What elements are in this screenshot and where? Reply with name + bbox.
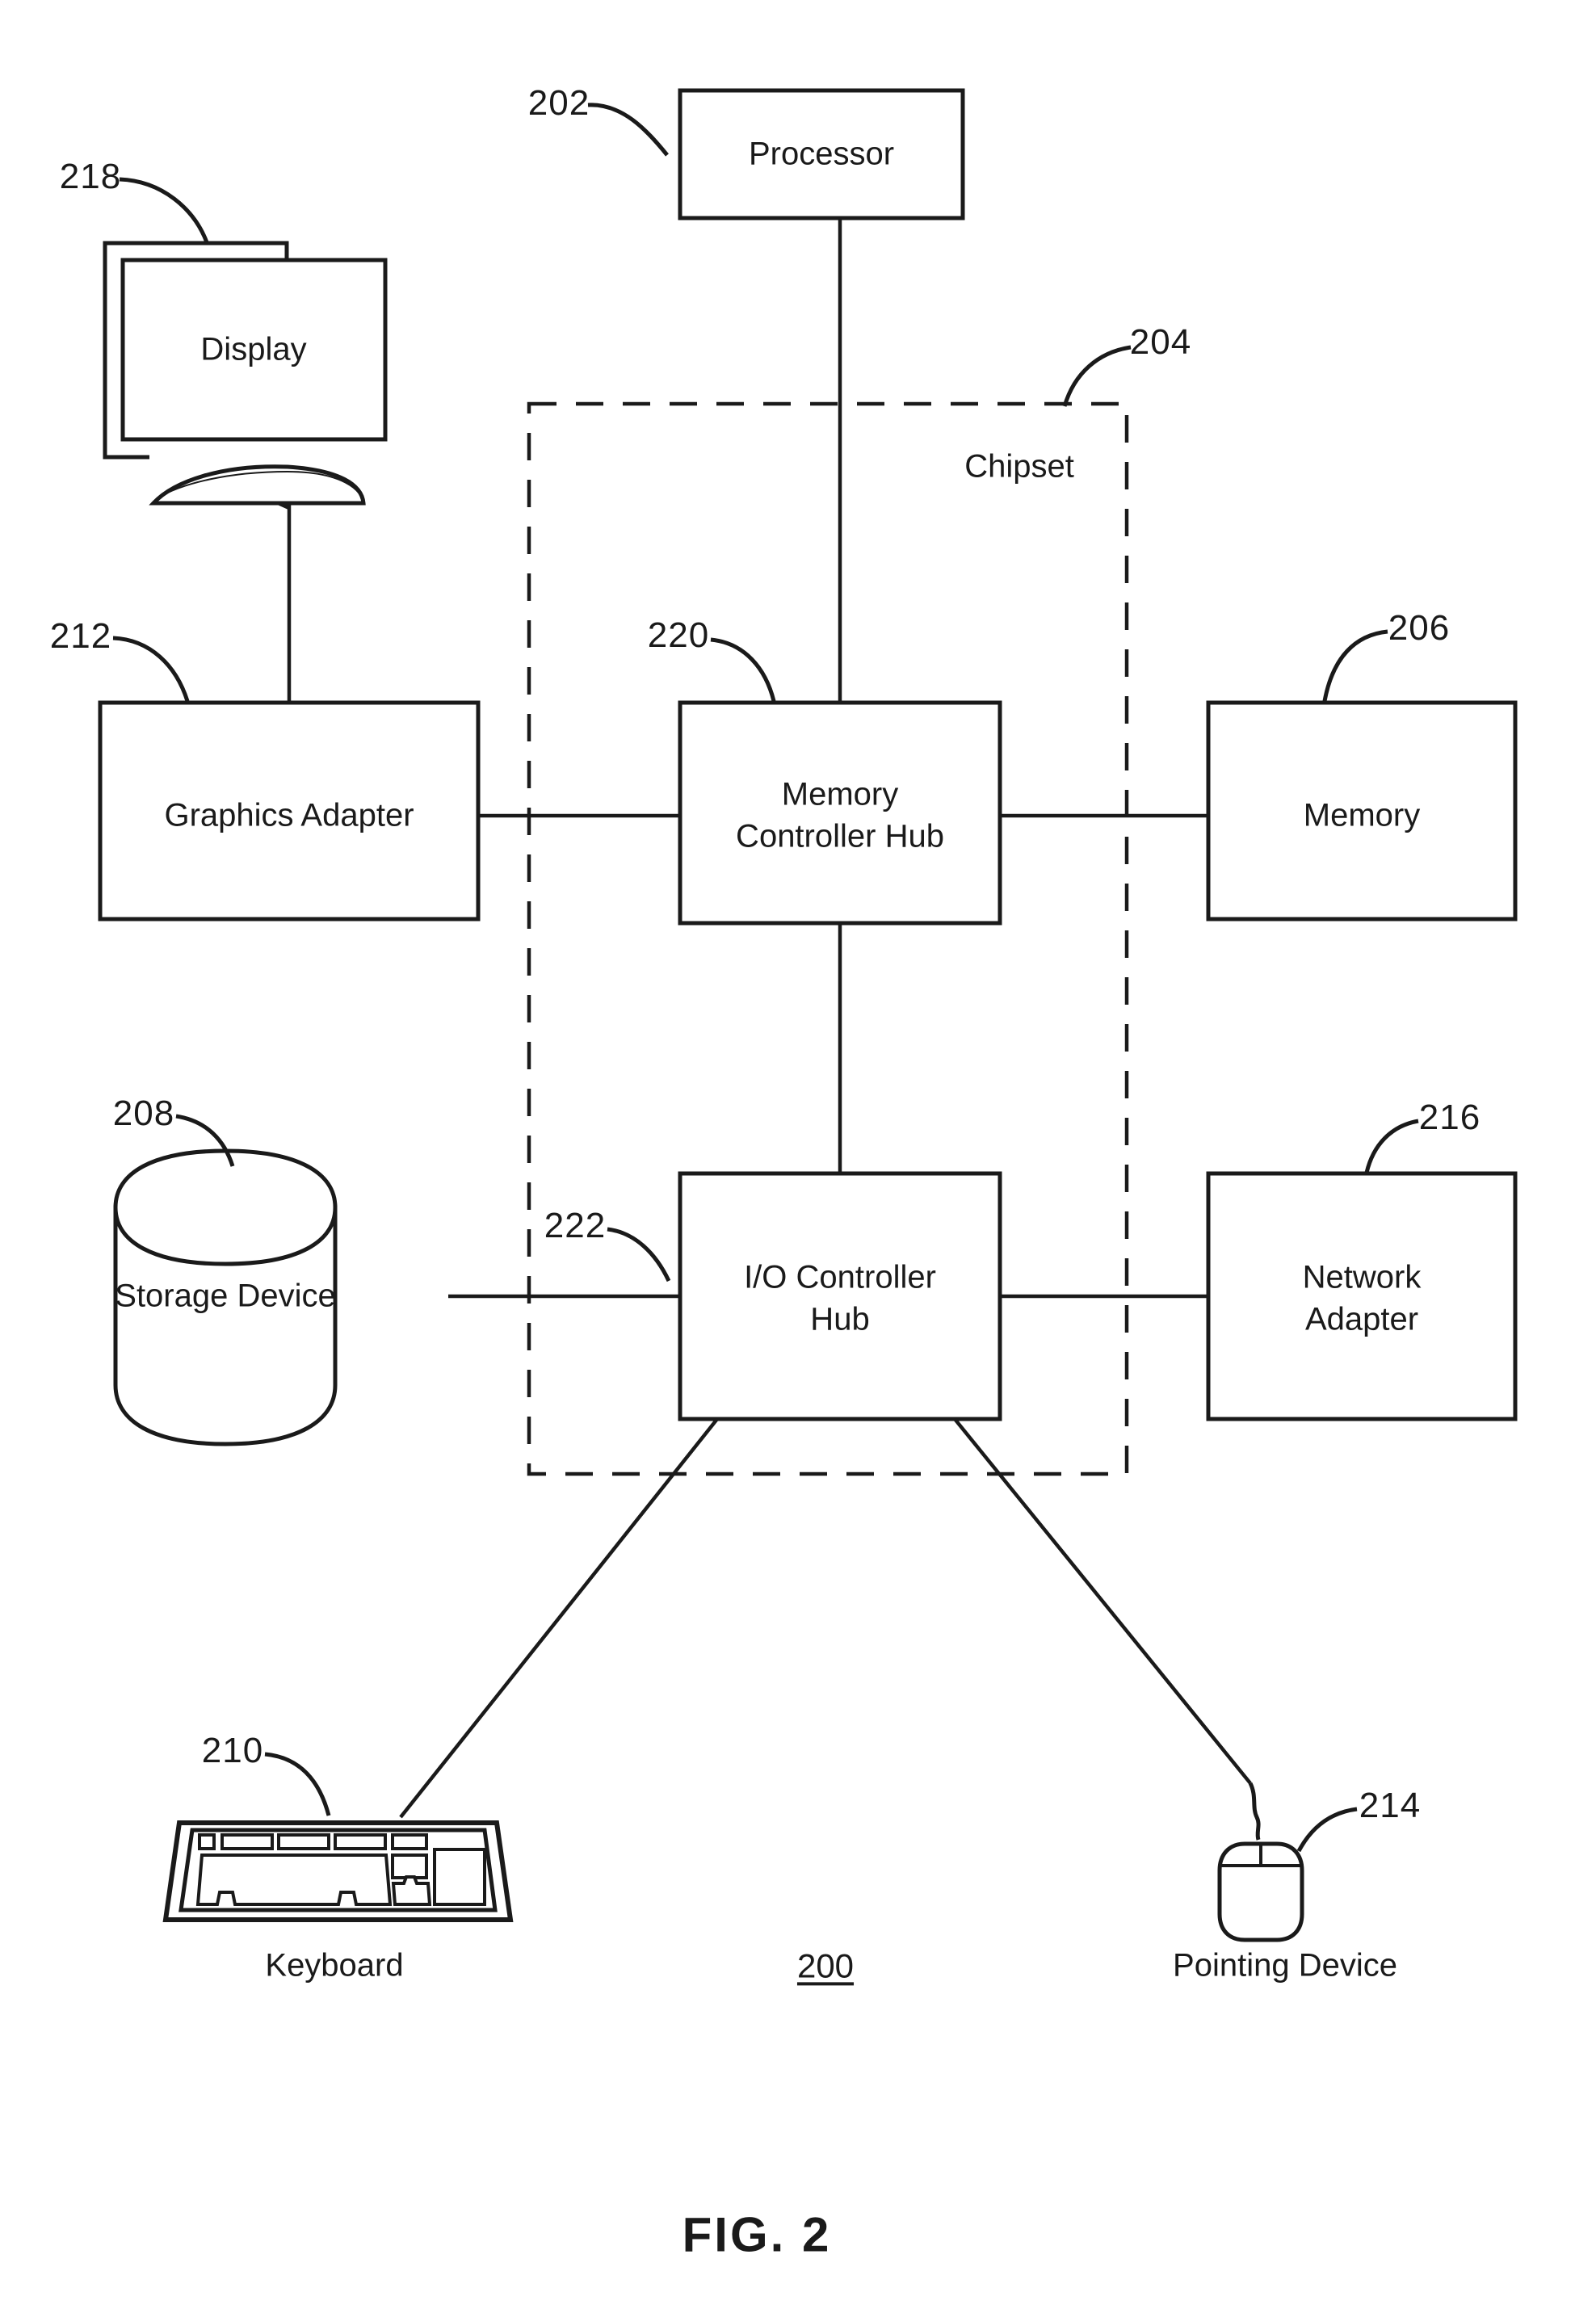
keyboard-fkeys-block-2 bbox=[277, 1833, 330, 1850]
connector-ioh-to-keyboard bbox=[399, 1417, 719, 1819]
processor-box bbox=[678, 88, 965, 220]
memory-box bbox=[1206, 700, 1518, 922]
network-adapter-box bbox=[1206, 1171, 1518, 1421]
graphics-adapter-box bbox=[98, 700, 481, 922]
leader-line-210 bbox=[264, 1752, 331, 1816]
keyboard-fkeys-block-1 bbox=[220, 1833, 274, 1850]
leader-line-206 bbox=[1322, 629, 1388, 702]
leader-line-204 bbox=[1062, 345, 1132, 407]
leader-line-202 bbox=[587, 103, 669, 157]
mouse-cable bbox=[1248, 1782, 1261, 1841]
leader-line-216 bbox=[1364, 1119, 1419, 1173]
keyboard-fkeys-block-4 bbox=[391, 1833, 428, 1850]
keyboard-fkeys-block-3 bbox=[334, 1833, 387, 1850]
display-screen bbox=[120, 258, 388, 442]
keyboard-nav-key-top bbox=[391, 1853, 428, 1879]
leader-line-222 bbox=[607, 1227, 671, 1283]
keyboard-numpad-block bbox=[433, 1848, 486, 1906]
io-controller-hub-box bbox=[678, 1171, 1002, 1421]
leader-line-214 bbox=[1296, 1807, 1358, 1853]
leader-line-220 bbox=[710, 637, 776, 702]
diagram-canvas bbox=[98, 88, 1518, 1942]
memory-controller-hub-box bbox=[678, 700, 1002, 926]
storage-cylinder-top bbox=[113, 1148, 338, 1266]
patent-figure: Processor Display Chipset Graphics Adapt… bbox=[0, 0, 1596, 2309]
leader-line-218 bbox=[119, 177, 209, 243]
leader-line-212 bbox=[112, 636, 190, 702]
keyboard-key-esc bbox=[198, 1833, 216, 1850]
